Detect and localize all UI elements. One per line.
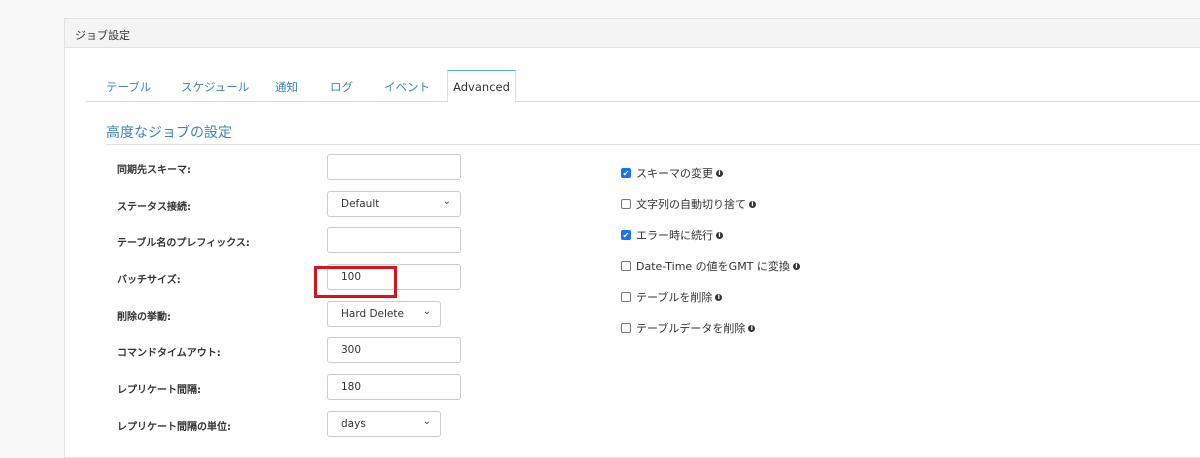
checkbox-label: Date-Time の値をGMT に変換 [636,260,790,273]
checkbox-item[interactable]: テーブルデータを削除 i [621,320,756,336]
tab-log[interactable]: ログ [330,70,353,102]
text-input[interactable]: 300 [327,337,461,363]
checkbox-label: スキーマの変更 [636,167,713,180]
checkbox[interactable] [621,261,631,271]
checkbox-item[interactable]: Date-Time の値をGMT に変換 i [621,258,800,274]
tab-notification[interactable]: 通知 [275,70,298,102]
info-icon[interactable]: i [716,169,723,177]
checkbox[interactable] [621,199,631,209]
tab-bar: テーブル スケジュール 通知 ログ イベント Advanced [86,70,1200,103]
checkbox[interactable]: ✔ [621,230,631,240]
checkbox[interactable]: ✔ [621,168,631,178]
text-input[interactable] [327,154,461,180]
chevron-down-icon: ⌄ [422,416,431,427]
info-icon[interactable]: i [748,324,756,332]
select-field[interactable]: days ⌄ [327,411,441,437]
field-label: テーブル名のプレフィックス: [117,238,250,249]
checkbox-item[interactable]: ✔ スキーマの変更 i [621,165,723,181]
highlight-box [314,266,397,298]
checkbox-label: テーブルを削除 [636,291,713,304]
select-field[interactable]: Hard Delete ⌄ [327,301,441,327]
job-settings-panel: ジョブ設定 テーブル スケジュール 通知 ログ イベント Advanced 高度… [64,18,1200,458]
text-input[interactable] [327,227,461,253]
checkbox-item[interactable]: テーブルを削除 i [621,289,723,305]
info-icon[interactable]: i [792,262,800,270]
field-value: Default [341,198,380,210]
field-label: コマンドタイムアウト: [117,348,221,359]
chevron-down-icon: ⌄ [442,196,451,207]
select-field[interactable]: Default ⌄ [327,191,461,217]
info-icon[interactable]: i [715,293,723,301]
checkbox-label: テーブルデータを削除 [636,322,746,335]
checkbox-label: 文字列の自動切り捨て [636,198,746,211]
info-icon[interactable]: i [716,231,723,239]
checkbox-item[interactable]: 文字列の自動切り捨て i [621,196,756,212]
field-label: バッチサイズ: [117,275,181,286]
field-label: 削除の挙動: [117,312,171,323]
checkbox[interactable] [621,323,631,333]
tab-event[interactable]: イベント [384,70,430,102]
field-label: 同期先スキーマ: [117,165,191,176]
checkbox-label: エラー時に続行 [636,229,713,242]
chevron-down-icon: ⌄ [422,306,431,317]
text-input[interactable]: 180 [327,374,461,400]
field-value: Hard Delete [341,308,404,320]
divider [106,144,1200,145]
tab-advanced[interactable]: Advanced [447,70,516,103]
field-label: ステータス接続: [117,202,191,213]
checkbox-item[interactable]: ✔ エラー時に続行 i [621,227,723,243]
tab-table[interactable]: テーブル [106,70,151,102]
field-value: 180 [341,381,362,393]
field-value: 300 [341,344,362,356]
tab-schedule[interactable]: スケジュール [181,70,249,102]
panel-title: ジョブ設定 [65,19,1200,48]
field-value: days [341,418,366,430]
section-title: 高度なジョブの設定 [106,125,232,141]
checkbox[interactable] [621,292,631,302]
field-label: レプリケート間隔の単位: [117,422,231,433]
info-icon[interactable]: i [749,200,756,208]
field-label: レプリケート間隔: [117,385,201,396]
